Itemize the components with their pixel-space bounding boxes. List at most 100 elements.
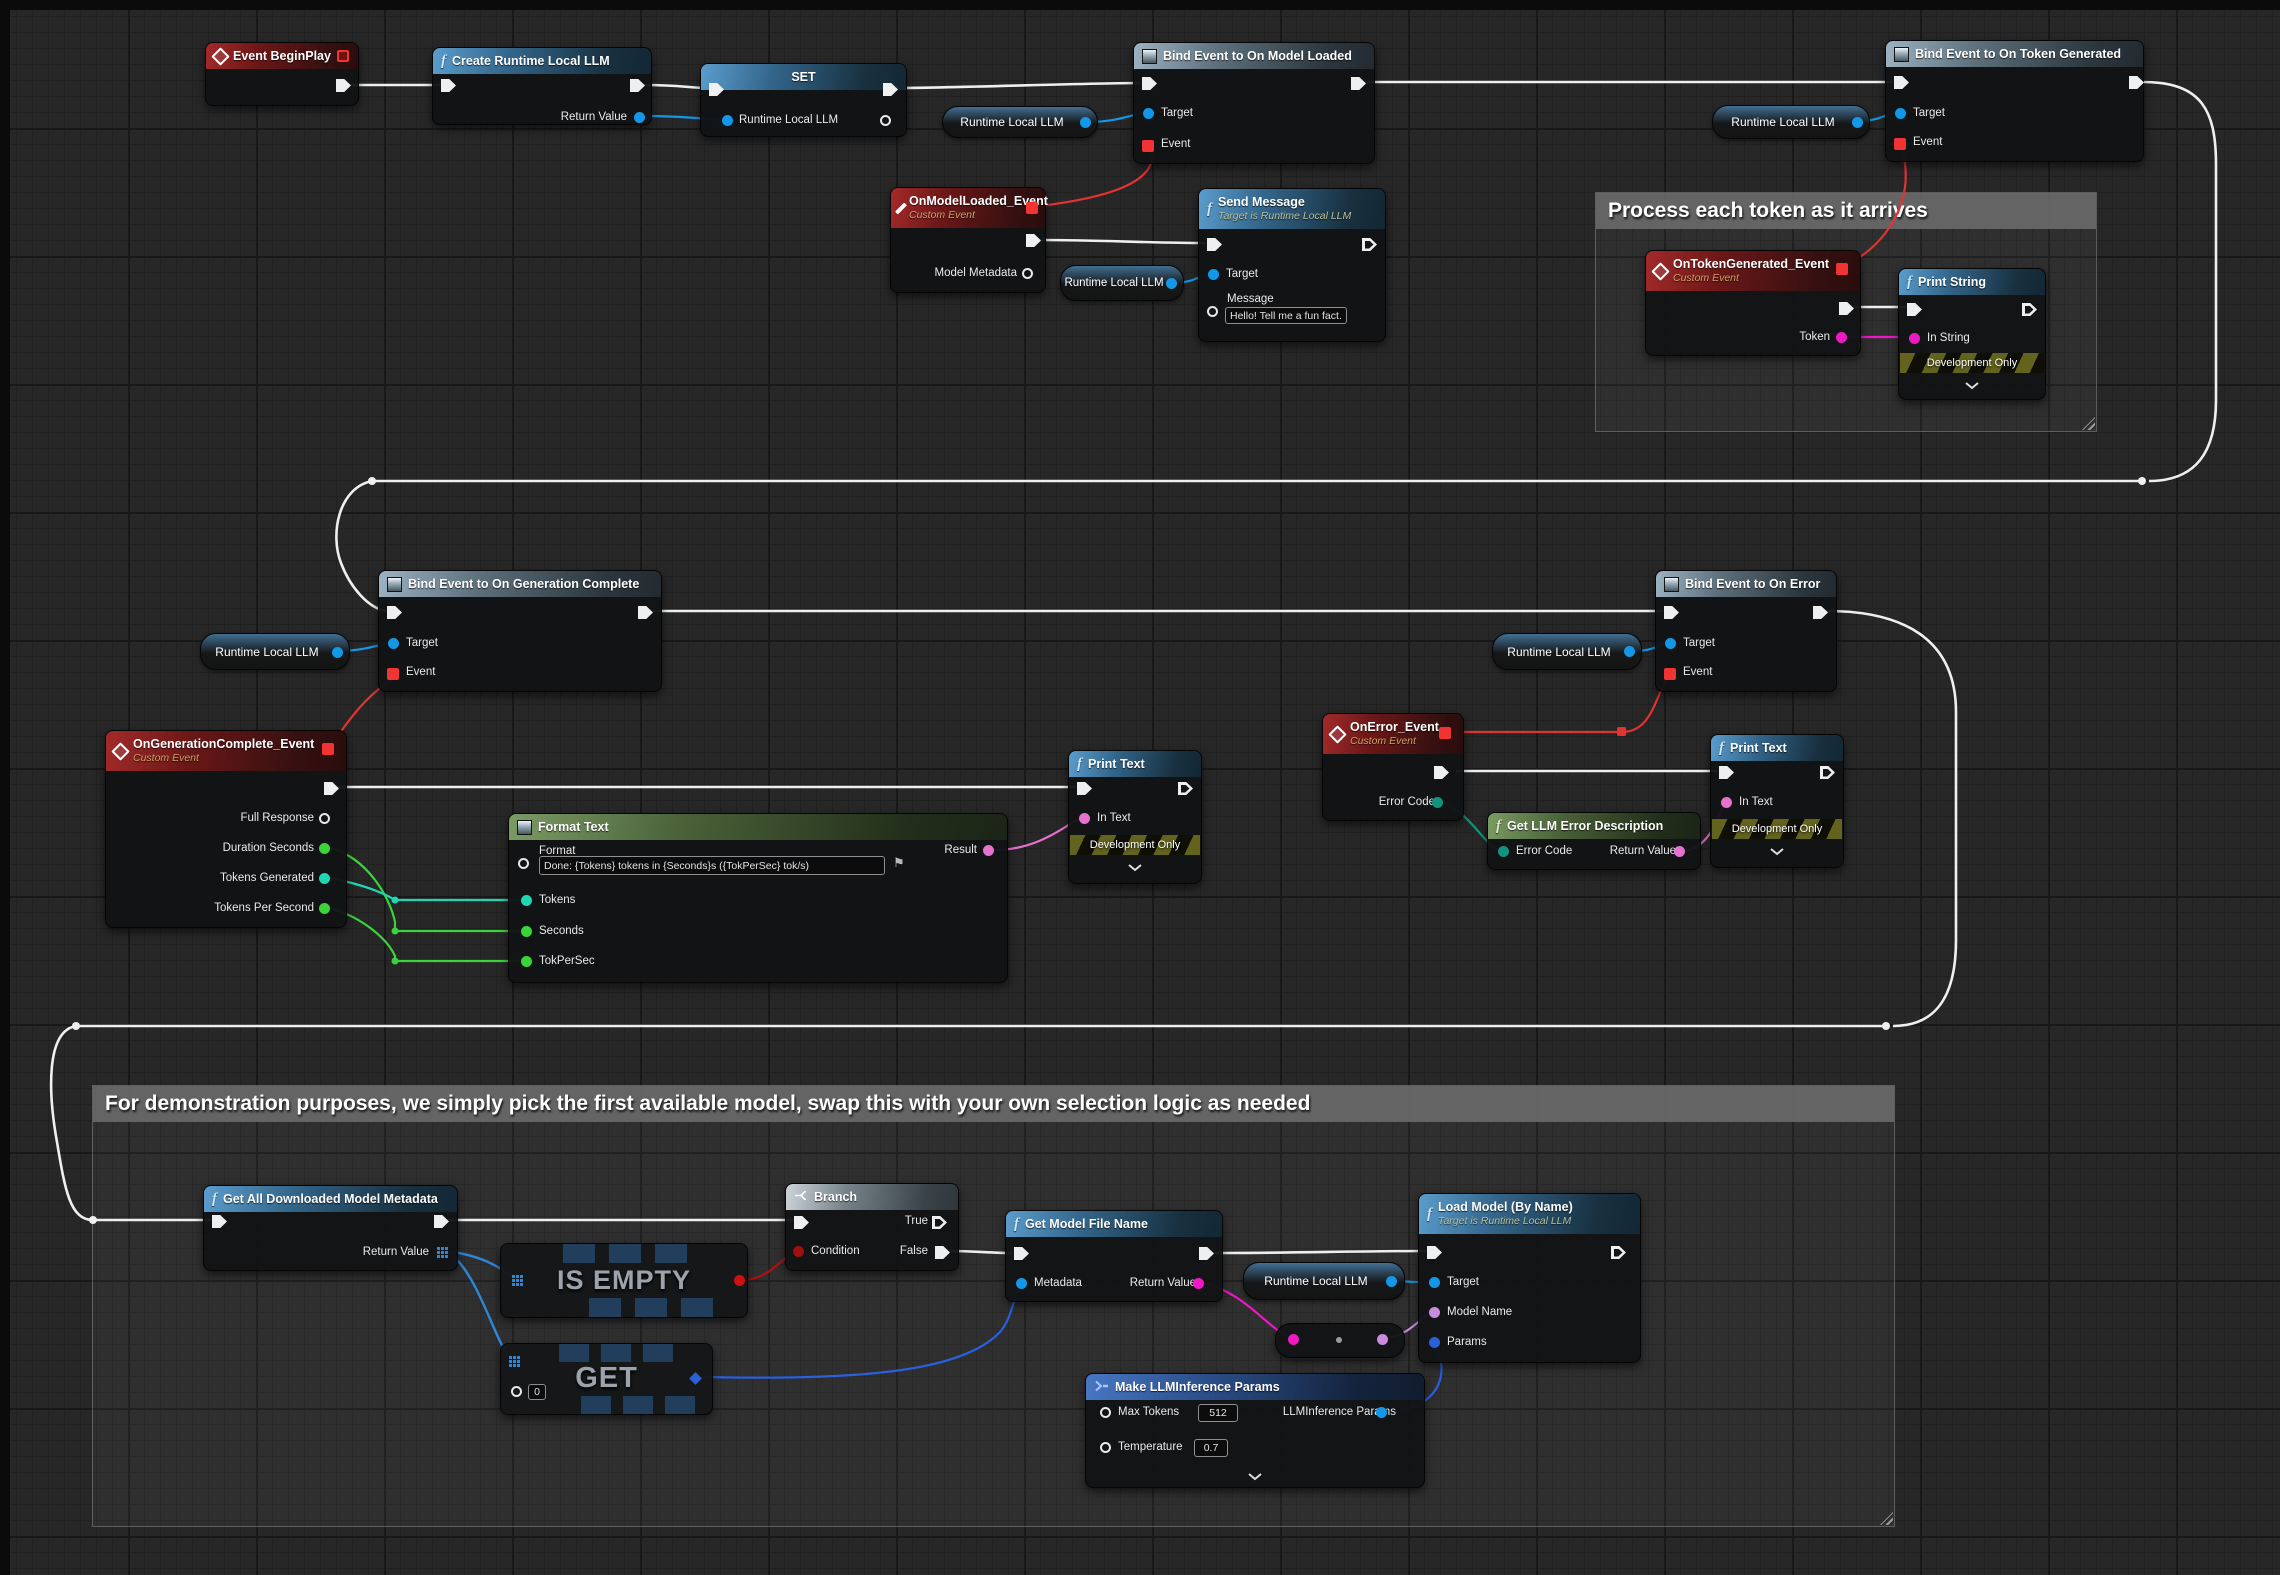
wire-float[interactable] [330,848,520,931]
bool-out-pin[interactable] [734,1275,745,1286]
llminference-params-out-pin[interactable] [1376,1407,1387,1418]
wire-exec[interactable] [644,85,708,88]
node-print-string[interactable]: f Print String In String Development Onl… [1898,268,2046,400]
reroute-node-delegate[interactable] [1617,727,1626,736]
exec-out-pin[interactable] [1351,77,1366,90]
in-text-pin[interactable] [1079,813,1090,824]
temperature-pin[interactable] [1100,1442,1111,1453]
exec-in-pin[interactable] [1077,782,1092,795]
node-format-text[interactable]: Format Text Format ⚑ Tokens Seconds TokP… [508,813,1008,983]
variable-out-pin[interactable] [1386,1276,1397,1287]
conversion-out-pin[interactable] [1377,1334,1388,1345]
reroute-node[interactable] [368,477,376,485]
exec-in-pin[interactable] [1207,238,1222,251]
tokpersec-pin[interactable] [521,956,532,967]
conversion-in-pin[interactable] [1288,1334,1299,1345]
comment-resize-handle[interactable] [1880,1512,1893,1525]
true-exec-pin[interactable] [932,1216,947,1229]
wire-delegate[interactable] [1453,678,1667,732]
variable-get-runtime-local-llm[interactable]: Runtime Local LLM [942,106,1098,138]
delegate-pin[interactable] [1836,263,1848,275]
delegate-pin[interactable] [322,743,334,755]
exec-out-pin[interactable] [630,79,645,92]
tokens-per-second-pin[interactable] [319,903,330,914]
collapse-chevron-icon[interactable] [1769,843,1785,861]
target-pin[interactable] [1143,108,1154,119]
node-get-model-file-name[interactable]: f Get Model File Name Metadata Return Va… [1005,1210,1223,1302]
exec-out-pin[interactable] [1813,606,1828,619]
variable-get-runtime-local-llm[interactable]: Runtime Local LLM [1492,633,1642,670]
return-value-array-pin[interactable] [437,1247,440,1250]
target-pin[interactable] [1665,638,1676,649]
variable-out-pin[interactable] [1624,646,1635,657]
wire-float[interactable] [330,908,520,961]
index-pin[interactable] [511,1386,522,1397]
message-input[interactable] [1225,307,1347,324]
reroute-node[interactable] [2138,477,2146,485]
result-pin[interactable] [983,845,994,856]
wire-exec[interactable] [2143,82,2216,481]
node-bind-event-on-model-loaded[interactable]: Bind Event to On Model Loaded Target Eve… [1133,42,1375,164]
exec-out-pin[interactable] [1839,302,1854,315]
error-code-pin[interactable] [1498,846,1509,857]
exec-out-pin[interactable] [324,782,339,795]
node-get-all-downloaded-model-metadata[interactable]: f Get All Downloaded Model Metadata Retu… [203,1185,458,1271]
duration-seconds-pin[interactable] [319,843,330,854]
variable-get-runtime-local-llm[interactable]: Runtime Local LLM [1243,1262,1405,1300]
comment-resize-handle[interactable] [2082,417,2095,430]
wire-exec[interactable] [1827,611,1956,1026]
model-metadata-pin[interactable] [1022,268,1033,279]
node-event-beginplay[interactable]: Event BeginPlay [205,42,359,106]
node-onmodelloaded-event[interactable]: OnModelLoaded_Event Custom Event Model M… [890,187,1046,293]
wire-exec[interactable] [897,83,1141,88]
event-delegate-pin[interactable] [1664,668,1676,680]
node-print-text[interactable]: f Print Text In Text Development Only [1068,750,1202,884]
delegate-pin[interactable] [337,50,349,62]
node-ontokengenerated-event[interactable]: OnTokenGenerated_Event Custom Event Toke… [1645,250,1861,356]
node-create-runtime-local-llm[interactable]: f Create Runtime Local LLM Return Value [432,47,652,125]
message-pin[interactable] [1207,306,1218,317]
format-pin[interactable] [518,858,529,869]
error-code-pin[interactable] [1432,797,1443,808]
target-pin[interactable] [1895,108,1906,119]
comment-header[interactable]: Process each token as it arrives [1596,193,2096,229]
node-print-text[interactable]: f Print Text In Text Development Only [1710,734,1844,868]
variable-out-pin[interactable] [1080,117,1091,128]
blueprint-graph-canvas[interactable]: Process each token as it arrives For dem… [0,0,2280,1575]
return-value-pin[interactable] [1674,846,1685,857]
max-tokens-input[interactable] [1198,1404,1238,1422]
comment-header[interactable]: For demonstration purposes, we simply pi… [93,1086,1894,1122]
node-array-get[interactable]: GET [500,1343,713,1415]
delegate-pin[interactable] [1026,202,1038,214]
event-delegate-pin[interactable] [1142,140,1154,152]
exec-out-pin[interactable] [1178,782,1193,795]
exec-in-pin[interactable] [387,606,402,619]
in-text-pin[interactable] [1721,797,1732,808]
node-text-to-name-conversion[interactable] [1275,1323,1405,1358]
max-tokens-pin[interactable] [1100,1407,1111,1418]
exec-out-pin[interactable] [1026,234,1041,247]
node-onerror-event[interactable]: OnError_Event Custom Event Error Code [1322,713,1464,821]
node-branch[interactable]: Branch Condition True False [785,1183,959,1271]
exec-in-pin[interactable] [441,79,456,92]
node-array-is-empty[interactable]: IS EMPTY [500,1243,748,1318]
exec-in-pin[interactable] [212,1215,227,1228]
node-send-message[interactable]: f Send Message Target is Runtime Local L… [1198,188,1386,342]
collapse-chevron-icon[interactable] [1964,377,1980,395]
wire-exec[interactable] [1040,240,1206,243]
variable-get-runtime-local-llm[interactable]: Runtime Local LLM [200,633,350,670]
exec-in-pin[interactable] [794,1216,809,1229]
in-string-pin[interactable] [1909,333,1920,344]
format-input[interactable] [539,856,885,875]
node-set-runtime-local-llm[interactable]: SET Runtime Local LLM [700,63,907,137]
full-response-pin[interactable] [319,813,330,824]
exec-in-pin[interactable] [1719,766,1734,779]
exec-out-pin[interactable] [1199,1247,1214,1260]
exec-out-pin[interactable] [1434,766,1449,779]
reroute-node[interactable] [392,958,399,965]
reroute-node[interactable] [1882,1022,1890,1030]
node-bind-event-on-error[interactable]: Bind Event to On Error Target Event [1655,570,1837,692]
variable-get-runtime-local-llm[interactable]: Runtime Local LLM [1060,265,1184,301]
exec-in-pin[interactable] [1907,303,1922,316]
exec-out-pin[interactable] [2129,76,2144,89]
